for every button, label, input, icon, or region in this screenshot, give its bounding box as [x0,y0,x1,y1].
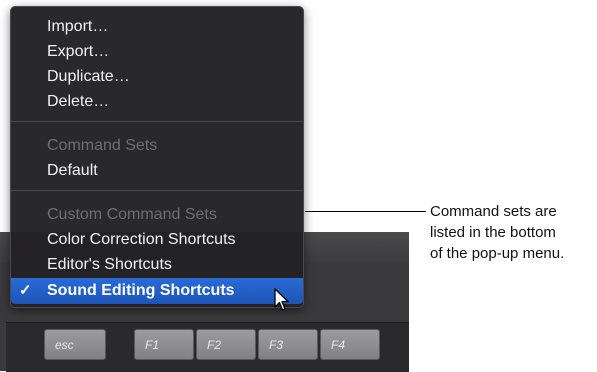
command-set-popup-menu: Import… Export… Duplicate… Delete… Comma… [10,6,304,308]
callout-line-2: listed in the bottom [430,224,556,241]
menu-item-label: Sound Editing Shortcuts [47,282,235,299]
keyboard-panel: esc F1 F2 F3 F4 [6,322,409,372]
menu-header-custom-command-sets: Custom Command Sets [47,206,217,223]
menu-item-editors-shortcuts[interactable]: Editor's Shortcuts [11,253,303,277]
callout-text: Command sets are listed in the bottom of… [430,201,597,264]
key-esc[interactable]: esc [44,329,106,360]
callout-line-1: Command sets are [430,203,557,220]
callout-line-3: of the pop-up menu. [430,245,565,262]
arrow-pointer-icon [274,288,290,317]
menu-header-command-sets: Command Sets [47,137,158,154]
menu-item-import[interactable]: Import… [11,15,303,39]
menu-divider [11,190,303,191]
menu-item-delete[interactable]: Delete… [11,90,303,114]
key-f3[interactable]: F3 [258,329,318,360]
menu-item-default[interactable]: Default [11,159,303,183]
callout-line [305,211,426,212]
menu-divider [11,121,303,122]
menu-item-color-correction-shortcuts[interactable]: Color Correction Shortcuts [11,228,303,252]
menu-item-export[interactable]: Export… [11,40,303,64]
checkmark-icon: ✓ [19,282,32,299]
menu-item-duplicate[interactable]: Duplicate… [11,65,303,89]
key-f1[interactable]: F1 [134,329,194,360]
key-f2[interactable]: F2 [196,329,256,360]
key-f4[interactable]: F4 [320,329,380,360]
menu-item-sound-editing-shortcuts[interactable]: ✓ Sound Editing Shortcuts [11,278,303,304]
